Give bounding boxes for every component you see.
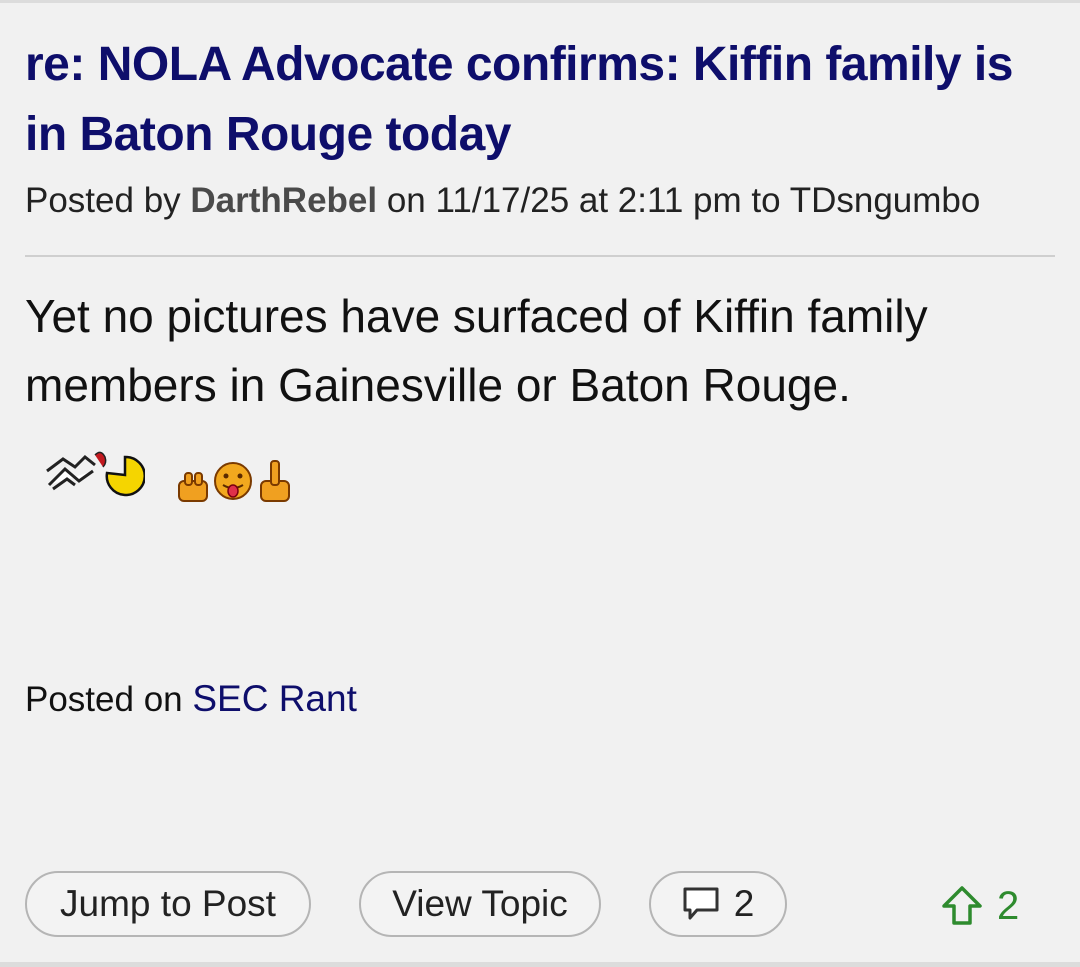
reply-count: 2 bbox=[733, 883, 755, 924]
post-card: re: NOLA Advocate confirms: Kiffin famil… bbox=[25, 0, 1057, 962]
bottom-divider bbox=[0, 962, 1080, 967]
post-body: Yet no pictures have surfaced of Kiffin … bbox=[25, 290, 928, 411]
on-label: on bbox=[386, 181, 426, 220]
comment-icon bbox=[683, 887, 719, 920]
to-label: to bbox=[751, 181, 781, 220]
emoji-row bbox=[45, 445, 325, 515]
posted-on: Posted on SEC Rant bbox=[25, 676, 357, 723]
posted-by-label: Posted by bbox=[25, 181, 181, 220]
posted-on-label: Posted on bbox=[25, 680, 183, 719]
header-divider bbox=[25, 255, 1055, 257]
post-title[interactable]: re: NOLA Advocate confirms: Kiffin famil… bbox=[25, 30, 1055, 170]
reply-to-user[interactable]: TDsngumbo bbox=[790, 181, 981, 220]
dancing-pacman-icon bbox=[46, 451, 145, 497]
post-meta: Posted by DarthRebel on 11/17/25 at 2:11… bbox=[25, 178, 980, 224]
replies-button[interactable]: 2 bbox=[649, 871, 787, 937]
author-link[interactable]: DarthRebel bbox=[190, 181, 377, 220]
jump-to-post-label: Jump to Post bbox=[60, 883, 276, 924]
upvote-control[interactable]: 2 bbox=[941, 878, 1019, 934]
jump-to-post-button[interactable]: Jump to Post bbox=[25, 871, 311, 937]
middle-fingers-tongue-icon bbox=[178, 460, 290, 502]
view-topic-label: View Topic bbox=[392, 883, 568, 924]
view-topic-button[interactable]: View Topic bbox=[359, 871, 601, 937]
upvote-arrow-icon bbox=[942, 886, 982, 925]
upvote-count: 2 bbox=[997, 883, 1020, 928]
board-link[interactable]: SEC Rant bbox=[192, 678, 357, 719]
post-timestamp: 11/17/25 at 2:11 pm bbox=[435, 181, 742, 220]
